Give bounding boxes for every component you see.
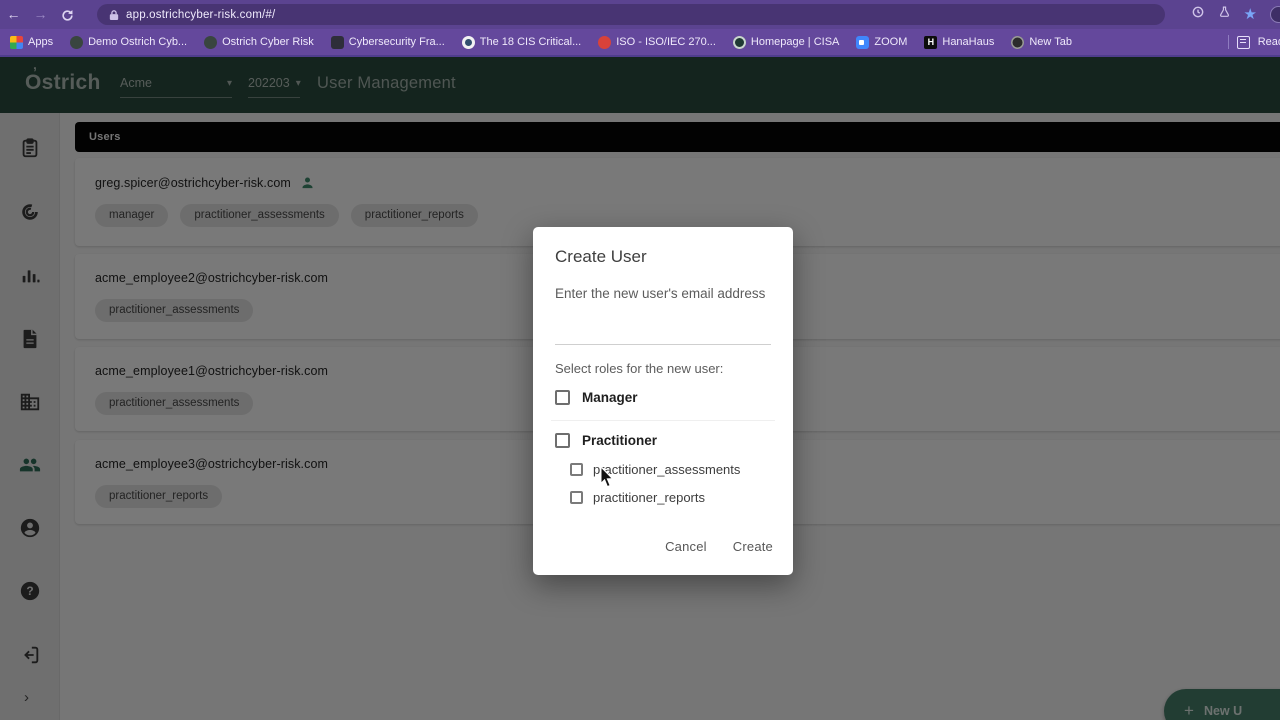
email-prompt: Enter the new user's email address: [555, 286, 766, 301]
bookmark-new-tab[interactable]: New Tab: [1011, 35, 1072, 49]
profile-avatar[interactable]: [1270, 6, 1280, 23]
bookmark-zoom[interactable]: ZOOM: [856, 35, 907, 49]
back-icon[interactable]: ←: [0, 0, 27, 29]
bookmark-cisa[interactable]: Homepage | CISA: [732, 35, 839, 49]
role-option-practitioner-assessments[interactable]: practitioner_assessments: [570, 462, 740, 477]
zoom-favicon: [856, 35, 870, 49]
ostrich-favicon: [70, 35, 84, 49]
browser-toolbar: ← → app.ostrichcyber-risk.com/#/ ★: [0, 0, 1280, 29]
labs-beaker-icon[interactable]: [1218, 0, 1231, 29]
reading-list[interactable]: Read: [1227, 35, 1280, 49]
roles-prompt: Select roles for the new user:: [555, 361, 724, 376]
lock-icon: [109, 9, 119, 20]
reading-list-icon: [1236, 35, 1250, 49]
bookmark-iso[interactable]: ISO - ISO/IEC 270...: [598, 35, 716, 49]
role-option-manager[interactable]: Manager: [555, 390, 638, 405]
iso-favicon: [598, 35, 612, 49]
bookmark-cis-critical[interactable]: The 18 CIS Critical...: [461, 35, 581, 49]
web-page: Ostrich Acme ▾ 202203 ▾ User Management: [0, 57, 1280, 720]
toolbar-right-icons: ★: [1191, 0, 1280, 29]
address-bar[interactable]: app.ostrichcyber-risk.com/#/: [97, 4, 1165, 25]
divider: [551, 420, 775, 421]
checkbox-practitioner-assessments[interactable]: [570, 463, 583, 476]
bookmark-cybersecurity-framework[interactable]: Cybersecurity Fra...: [330, 35, 445, 49]
bookmark-apps[interactable]: Apps: [10, 35, 53, 49]
bookmark-star-icon[interactable]: ★: [1244, 0, 1257, 29]
dialog-title: Create User: [555, 247, 647, 266]
cis-favicon: [461, 35, 475, 49]
hanahaus-favicon: H: [924, 35, 938, 49]
bookmarks-bar: Apps Demo Ostrich Cyb... Ostrich Cyber R…: [0, 29, 1280, 57]
role-option-practitioner-reports[interactable]: practitioner_reports: [570, 490, 705, 505]
role-option-practitioner[interactable]: Practitioner: [555, 433, 657, 448]
create-user-dialog: Create User Enter the new user's email a…: [533, 227, 793, 575]
checkbox-practitioner[interactable]: [555, 433, 570, 448]
reload-icon[interactable]: [54, 0, 81, 29]
checkbox-manager[interactable]: [555, 390, 570, 405]
mouse-cursor: [600, 467, 614, 488]
divider: [1227, 35, 1229, 49]
bookmark-demo-ostrich[interactable]: Demo Ostrich Cyb...: [70, 35, 187, 49]
framework-favicon: [330, 35, 344, 49]
cisa-favicon: [732, 35, 746, 49]
globe-favicon: [1011, 35, 1025, 49]
ostrich-favicon: [204, 35, 218, 49]
create-button[interactable]: Create: [733, 539, 773, 554]
history-clock-icon[interactable]: [1191, 0, 1205, 29]
cancel-button[interactable]: Cancel: [665, 539, 707, 554]
bookmark-ostrich-cyber-risk[interactable]: Ostrich Cyber Risk: [204, 35, 314, 49]
apps-grid-icon: [10, 35, 23, 49]
browser-window: ← → app.ostrichcyber-risk.com/#/ ★ Apps …: [0, 0, 1280, 720]
url-text: app.ostrichcyber-risk.com/#/: [126, 8, 276, 21]
checkbox-practitioner-reports[interactable]: [570, 491, 583, 504]
bookmark-hanahaus[interactable]: H HanaHaus: [924, 35, 994, 49]
forward-icon[interactable]: →: [27, 0, 54, 29]
email-input[interactable]: [555, 319, 771, 345]
dialog-actions: Cancel Create: [665, 539, 773, 554]
